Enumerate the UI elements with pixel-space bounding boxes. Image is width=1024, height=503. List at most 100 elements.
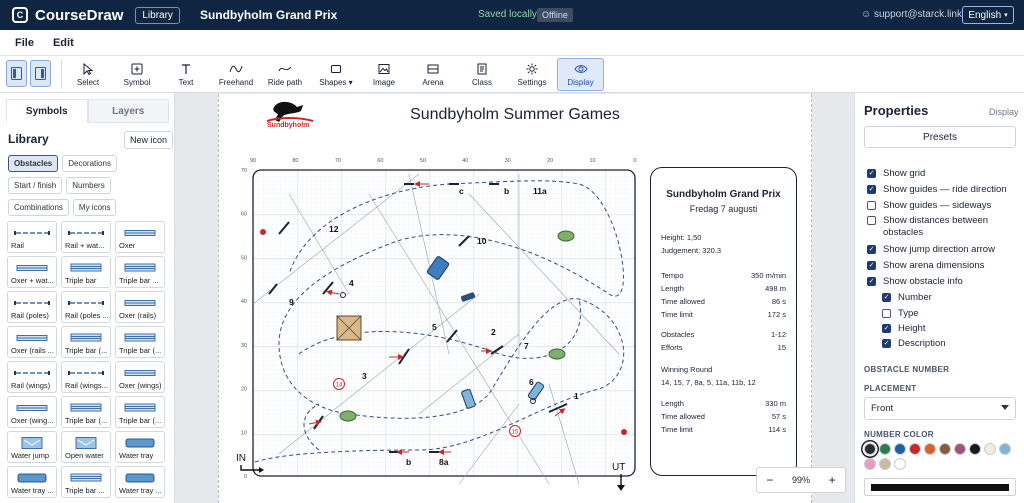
plus-square-icon (131, 63, 143, 74)
info-value: 172 s (767, 310, 786, 319)
tool-shapes[interactable]: Shapes ▾ (316, 58, 356, 91)
option-checkbox[interactable]: Show obstacle info (867, 276, 1017, 288)
tool-settings[interactable]: Settings (514, 58, 550, 91)
color-swatch[interactable] (999, 443, 1011, 455)
color-swatch[interactable] (969, 443, 981, 455)
symbol-tile[interactable]: Oxer (wings) (115, 361, 165, 393)
option-checkbox[interactable]: Show distances between obstacles (867, 215, 1017, 239)
library-button[interactable]: Library (135, 6, 180, 24)
sub-option-checkbox[interactable]: Description (882, 338, 946, 350)
symbol-tile[interactable]: Triple bar (... (61, 396, 111, 428)
canvas-area[interactable]: Sundbyholm Sundbyholm Summer Games 90 80 7… (176, 93, 854, 503)
color-swatch[interactable] (894, 458, 906, 470)
placement-select[interactable]: Front (864, 397, 1016, 420)
symbol-tile[interactable]: Triple bar ... (61, 466, 111, 498)
info-round-stats: Tempo 350 m/min Length 498 m Time allowed 86 … (661, 269, 786, 321)
sub-option-checkbox[interactable]: Number (882, 292, 932, 304)
symbol-tile[interactable]: Water tray (115, 431, 165, 463)
tool-display[interactable]: Display (557, 58, 604, 91)
menu-edit[interactable]: Edit (53, 37, 74, 49)
symbol-tile[interactable]: Rail (poles ... (61, 291, 111, 323)
display-link[interactable]: Display (989, 107, 1019, 117)
symbol-tile[interactable]: Triple bar (... (61, 326, 111, 358)
circled-number: 15 (512, 430, 519, 436)
sub-option-checkbox[interactable]: Type (882, 308, 919, 320)
tab-symbols[interactable]: Symbols (6, 99, 88, 123)
class-info-card[interactable]: Sundbyholm Grand Prix Fredag 7 augusti H… (650, 167, 797, 476)
option-checkbox[interactable]: Show guides — ride direction (867, 184, 1017, 196)
tool-select[interactable]: Select (70, 58, 106, 91)
tab-layers[interactable]: Layers (87, 99, 169, 123)
chip-numbers[interactable]: Numbers (66, 177, 111, 194)
tool-class[interactable]: Class (466, 58, 498, 91)
color-swatch[interactable] (879, 458, 891, 470)
symbol-tile[interactable]: Water tray ... (7, 466, 57, 498)
color-swatch[interactable] (864, 458, 876, 470)
color-swatch[interactable] (924, 443, 936, 455)
symbol-tile[interactable]: Triple bar (61, 256, 111, 288)
chip-start-finish[interactable]: Start / finish (8, 177, 63, 194)
color-swatch[interactable] (909, 443, 921, 455)
exit-label: UT (612, 462, 625, 473)
presets-button[interactable]: Presets (864, 126, 1016, 148)
symbol-tile[interactable]: Oxer (115, 221, 165, 253)
tool-ride-path[interactable]: Ride path (266, 58, 304, 91)
option-checkbox[interactable]: Show grid (867, 168, 1017, 180)
symbol-label: Triple bar ... (65, 486, 105, 495)
chip-my-icons[interactable]: My icons (72, 199, 117, 216)
placement-value: Front (871, 403, 894, 414)
symbol-tile[interactable]: Rail (7, 221, 57, 253)
symbol-tile[interactable]: Oxer + wat... (7, 256, 57, 288)
user-account[interactable]: ☺ support@starck.link (861, 9, 962, 20)
chip-combinations[interactable]: Combinations (8, 199, 69, 216)
option-checkbox[interactable]: Show arena dimensions (867, 260, 1017, 272)
symbol-tile[interactable]: Rail (wings... (61, 361, 111, 393)
arena-plan[interactable]: 90 80 70 60 50 40 30 20 10 0 70 60 50 40 30 20 10 0 (219, 154, 649, 494)
tool-freehand[interactable]: Freehand (216, 58, 256, 91)
chip-decorations[interactable]: Decorations (62, 155, 117, 172)
toggle-left-panel-button[interactable] (6, 60, 27, 87)
obstacle-label: 3 (362, 371, 367, 381)
checkbox-icon (882, 309, 891, 318)
symbol-tile[interactable]: Oxer (rails) (115, 291, 165, 323)
symbol-label: Triple bar ... (119, 276, 159, 285)
symbol-tile[interactable]: Triple bar (... (115, 396, 165, 428)
toggle-right-panel-button[interactable] (30, 60, 51, 87)
color-swatch[interactable] (864, 443, 876, 455)
new-icon-button[interactable]: New icon (124, 131, 174, 149)
obstacle-label: 5 (432, 322, 437, 332)
app-logo[interactable]: C CourseDraw (12, 7, 123, 24)
option-checkbox[interactable]: Show guides — sideways (867, 200, 1017, 212)
menu-file[interactable]: File (15, 37, 34, 49)
color-swatch[interactable] (939, 443, 951, 455)
tool-text[interactable]: Text (170, 58, 202, 91)
symbol-tile[interactable]: Open water (61, 431, 111, 463)
symbol-tile[interactable]: Oxer (rails ... (7, 326, 57, 358)
symbol-tile[interactable]: Triple bar (... (115, 326, 165, 358)
symbol-tile[interactable]: Rail (wings) (7, 361, 57, 393)
symbol-tile[interactable]: Rail (poles) (7, 291, 57, 323)
color-swatch[interactable] (879, 443, 891, 455)
symbol-tile[interactable]: Rail + wat... (61, 221, 111, 253)
tool-image[interactable]: Image (368, 58, 400, 91)
option-checkbox[interactable]: Show jump direction arrow (867, 244, 1017, 256)
tool-symbol[interactable]: Symbol (119, 58, 155, 91)
obstacle-symbol-icon (67, 228, 105, 237)
symbol-tile[interactable]: Water jump (7, 431, 57, 463)
course-sheet[interactable]: Sundbyholm Sundbyholm Summer Games 90 80 7… (218, 94, 812, 503)
language-select[interactable]: English ▾ (962, 6, 1014, 24)
tool-arena[interactable]: Arena (417, 58, 449, 91)
chip-obstacles[interactable]: Obstacles (8, 155, 59, 172)
custom-color-bar[interactable] (864, 478, 1016, 496)
color-swatch[interactable] (984, 443, 996, 455)
color-swatch[interactable] (894, 443, 906, 455)
info-row: Length 498 m (661, 282, 786, 295)
symbol-tile[interactable]: Triple bar ... (115, 256, 165, 288)
zoom-in-button[interactable]: + (829, 473, 836, 487)
sub-option-checkbox[interactable]: Height (882, 323, 925, 335)
zoom-out-button[interactable]: − (766, 473, 773, 487)
symbol-tile[interactable]: Oxer (wing... (7, 396, 57, 428)
left-tick-label: 60 (241, 212, 247, 218)
color-swatch[interactable] (954, 443, 966, 455)
symbol-tile[interactable]: Water tray ... (115, 466, 165, 498)
